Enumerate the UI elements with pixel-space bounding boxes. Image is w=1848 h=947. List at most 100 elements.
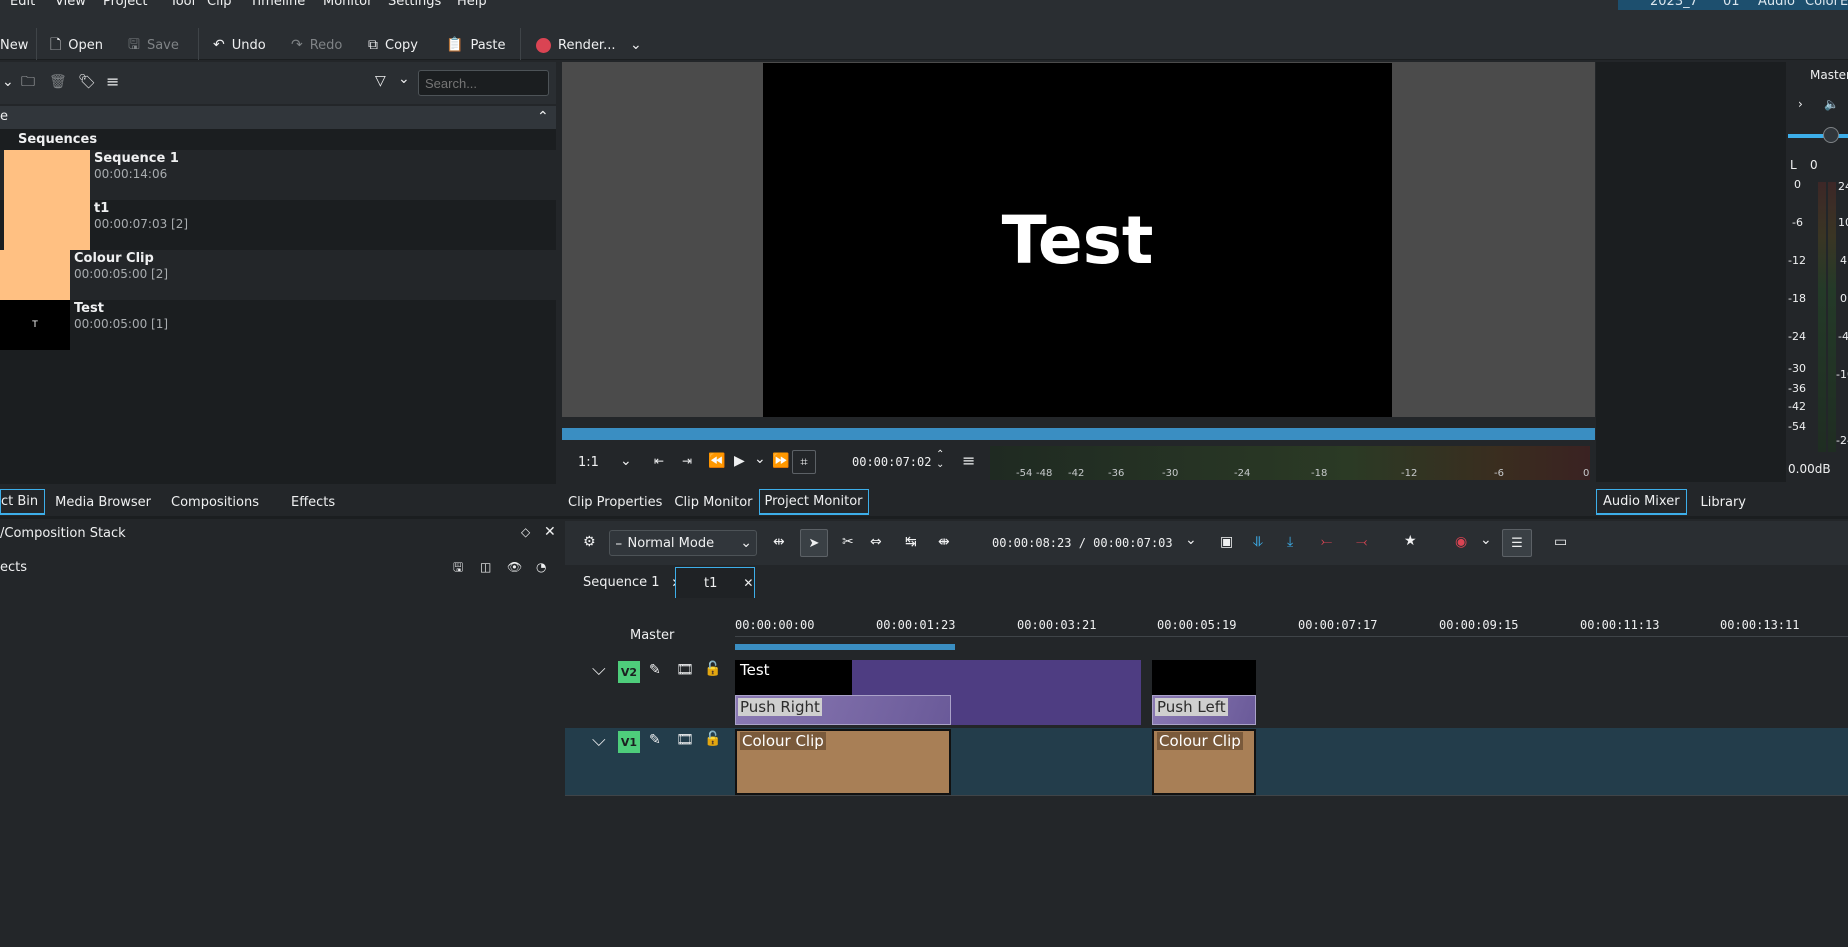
balance-handle[interactable] (1823, 127, 1839, 143)
tab-t1[interactable]: t1 ✕ (675, 567, 755, 598)
paste-button[interactable]: 📋 Paste (446, 32, 506, 58)
favorite-star-icon[interactable]: ★ (1404, 534, 1417, 548)
play-menu-chevron-icon[interactable]: ⌄ (754, 452, 766, 466)
lock-icon[interactable]: 🔓 (704, 732, 721, 746)
timecode-spin-icon[interactable]: ⌃ ⌄ (936, 450, 944, 470)
monitor-ruler[interactable] (562, 428, 1595, 440)
menu-clip[interactable]: Clip (207, 0, 232, 9)
channel-value[interactable]: 0 (1810, 158, 1818, 172)
insert-icon[interactable]: ⥥ (1253, 535, 1263, 549)
track-settings-icon[interactable]: ⚙ (583, 535, 596, 549)
subtitle-icon[interactable]: ▭ (1554, 535, 1567, 549)
master-track-label[interactable]: Master (630, 628, 674, 643)
crop-icon[interactable]: ⌗ (792, 450, 816, 474)
tab-audio-mixer[interactable]: Audio Mixer (1596, 489, 1687, 515)
filter-icon[interactable]: ▽ (375, 74, 386, 88)
bin-item-sequence-1[interactable]: Sequence 1 00:00:14:06 (0, 150, 556, 200)
menu-settings[interactable]: Settings (388, 0, 441, 9)
roll-tool-icon[interactable]: ↹ (905, 535, 917, 549)
menu-timeline[interactable]: Timeline (250, 0, 305, 9)
clip-colour-v1-1[interactable]: Colour Clip (735, 729, 951, 795)
video-film-icon[interactable]: 🎞 (676, 663, 694, 677)
render-menu-chevron-icon[interactable]: ⌄ (630, 38, 642, 52)
video-film-icon[interactable]: 🎞 (676, 733, 694, 747)
delete-icon[interactable]: 🗑 (49, 75, 67, 89)
monitor-timecode[interactable]: 00:00:07:02 (852, 455, 931, 469)
set-zone-in-icon[interactable]: ⇤ (654, 455, 664, 467)
fit-zoom-icon[interactable]: ▣ (1220, 535, 1233, 549)
master-db-readout[interactable]: 0.00dB (1788, 462, 1831, 476)
tab-media-browser[interactable]: Media Browser (45, 489, 161, 515)
open-button[interactable]: 🗋 Open (50, 32, 103, 58)
bin-item-t1[interactable]: t1 00:00:07:03 [2] (0, 200, 556, 250)
compare-icon[interactable]: ◫ (480, 561, 491, 573)
tab-project-monitor[interactable]: Project Monitor (758, 489, 869, 515)
menu-view[interactable]: View (55, 0, 86, 9)
record-icon[interactable]: ◉ (1455, 535, 1467, 549)
set-zone-out-icon[interactable]: ⇥ (682, 455, 692, 467)
transition-push-right[interactable]: Push Right (735, 695, 951, 725)
filter-menu-chevron-icon[interactable]: ⌄ (398, 72, 410, 86)
menu-project[interactable]: Project (103, 0, 147, 9)
menu-icon[interactable]: ≡ (106, 74, 119, 90)
tab-effects[interactable]: Effects (269, 489, 357, 515)
copy-button[interactable]: ⧉ Copy (368, 32, 418, 58)
fast-forward-icon[interactable]: ⏩ (772, 454, 789, 468)
eye-icon[interactable]: 👁 (507, 561, 522, 573)
new-button[interactable]: New (0, 32, 28, 58)
monitor-video-frame[interactable]: Test (763, 63, 1392, 417)
save-button[interactable]: 🖫 Save (128, 32, 179, 58)
clip-colour-v1-2[interactable]: Colour Clip (1152, 729, 1256, 795)
menu-monitor[interactable]: Monitor (323, 0, 372, 9)
workspace-2023[interactable]: 2023_7 (1650, 0, 1698, 9)
tag-icon[interactable]: 🏷 (78, 75, 96, 89)
ripple-tool-icon[interactable]: ⇔ (870, 535, 882, 549)
expand-chevron-icon[interactable]: › (1798, 98, 1803, 110)
vertical-splitter[interactable] (556, 62, 562, 947)
save-stack-icon[interactable]: 🖫 (453, 561, 463, 573)
bin-item-colour-clip[interactable]: Colour Clip 00:00:05:00 [2] (0, 250, 556, 300)
timeline-timecode[interactable]: 00:00:08:23 / 00:00:07:03 (992, 536, 1173, 550)
horizontal-splitter[interactable] (0, 484, 1848, 488)
bin-search-input[interactable] (418, 70, 549, 96)
extract-icon[interactable]: ⤚ (1321, 535, 1332, 549)
overwrite-icon[interactable]: ⤓ (1287, 535, 1293, 549)
menu-edit[interactable]: Edit (10, 0, 35, 9)
edit-mode-select[interactable]: ⎯ Normal Mode ⌄ (609, 530, 757, 556)
lock-icon[interactable]: 🔓 (704, 662, 721, 676)
timecode-chevron-icon[interactable]: ⌄ (1185, 533, 1197, 547)
bin-folder-sequences[interactable]: Sequences (18, 132, 97, 147)
slip-tool-icon[interactable]: ⇼ (938, 535, 950, 549)
workspace-color[interactable]: Color (1805, 0, 1839, 9)
razor-tool-icon[interactable]: ✂ (842, 535, 854, 549)
track-v1-badge[interactable]: V1 (618, 731, 640, 753)
track-v2-badge[interactable]: V2 (618, 661, 640, 683)
transition-push-left[interactable]: Push Left (1152, 695, 1256, 725)
close-icon[interactable]: ✕ (544, 525, 556, 539)
rewind-icon[interactable]: ⏪ (708, 454, 725, 468)
collapse-track-icon[interactable]: ⌵ (592, 732, 606, 750)
tab-sequence-1[interactable]: Sequence 1 ✕ (575, 569, 690, 596)
collapse-track-icon[interactable]: ⌵ (592, 661, 606, 679)
float-panel-icon[interactable]: ◇ (521, 526, 530, 538)
workspace-audio[interactable]: Audio (1758, 0, 1795, 9)
keyframe-icon[interactable]: ◔ (536, 561, 546, 573)
redo-button[interactable]: ↷ Redo (291, 32, 342, 58)
tab-compositions[interactable]: Compositions (161, 489, 269, 515)
tab-clip-properties[interactable]: Clip Properties (562, 489, 668, 515)
close-icon[interactable]: ✕ (743, 577, 753, 589)
chevron-down-icon[interactable]: ⌄ (2, 75, 14, 89)
mixer-toggle-icon[interactable]: ☰ (1502, 529, 1532, 557)
undo-button[interactable]: ↶ Undo (213, 32, 266, 58)
zoom-chevron-icon[interactable]: ⌄ (620, 454, 632, 468)
play-icon[interactable]: ▶ (734, 454, 745, 468)
effects-toggle-icon[interactable]: ✎ (649, 663, 661, 677)
speaker-icon[interactable]: 🔈 (1824, 98, 1839, 110)
tab-library[interactable]: Library (1687, 489, 1760, 515)
workspace-01[interactable]: 01 (1723, 0, 1740, 9)
bin-item-test[interactable]: T Test 00:00:05:00 [1] (0, 300, 556, 350)
record-chevron-icon[interactable]: ⌄ (1480, 533, 1492, 547)
balance-slider[interactable] (1788, 134, 1848, 138)
zoom-select[interactable]: 1:1 (578, 455, 599, 470)
tab-project-bin[interactable]: ct Bin (0, 489, 46, 515)
